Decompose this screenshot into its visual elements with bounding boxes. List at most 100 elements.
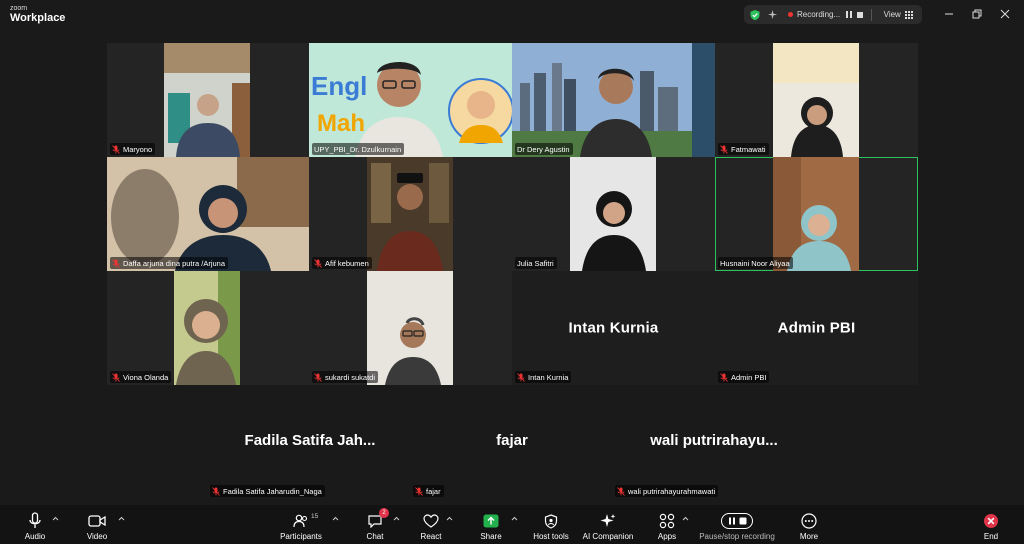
participant-display-name: Admin PBI: [777, 319, 856, 337]
end-x-icon: [984, 514, 998, 528]
participant-video: [512, 43, 692, 157]
participants-button[interactable]: 15 Participants: [279, 505, 323, 544]
end-label: End: [983, 532, 999, 541]
participant-name: Daffa arjuna dina putra /Arjuna: [123, 258, 226, 268]
participant-name-tag: sukardi sukatdi: [312, 371, 379, 383]
participant-tile[interactable]: Admin PBI Admin PBI: [715, 271, 918, 385]
recording-label: Recording...: [797, 10, 841, 19]
participant-tile[interactable]: Intan Kurnia Intan Kurnia: [512, 271, 715, 385]
participant-tile[interactable]: Afif kebumen: [309, 157, 512, 271]
participant-name: sukardi sukatdi: [325, 372, 376, 382]
apps-icon: [659, 513, 675, 529]
meeting-toolbar: Audio Video 15 Participants 2 Chat React…: [0, 505, 1024, 544]
apps-label: Apps: [657, 532, 677, 541]
close-icon[interactable]: [999, 8, 1011, 20]
active-speaker-tile[interactable]: Husnaini Noor Aliyaa: [715, 157, 918, 271]
mic-muted-icon: [720, 144, 728, 154]
participant-video: [570, 157, 656, 271]
audio-button[interactable]: Audio: [22, 505, 48, 544]
react-label: React: [420, 532, 442, 541]
participant-name-tag: wali putrirahayurahmawati: [615, 485, 719, 497]
participant-name: Husnaini Noor Aliyaa: [720, 258, 790, 268]
participant-name-tag: Viona Olanda: [110, 371, 172, 383]
participant-display-name[interactable]: wali putrirahayu...: [614, 432, 814, 449]
video-frame: [164, 43, 250, 157]
participant-name: Fadila Satifa Jaharudin_Naga: [223, 486, 322, 496]
participant-display-name[interactable]: fajar: [412, 432, 612, 449]
video-frame: [773, 157, 859, 271]
react-button[interactable]: React: [418, 505, 444, 544]
participant-name-tag: Husnaini Noor Aliyaa: [718, 257, 793, 269]
participant-video: [367, 271, 453, 385]
chat-badge: 2: [379, 508, 389, 518]
mic-muted-icon: [112, 258, 120, 268]
share-button[interactable]: Share: [478, 505, 504, 544]
mic-muted-icon: [112, 372, 120, 382]
participant-name-tag: Daffa arjuna dina putra /Arjuna: [110, 257, 229, 269]
participant-video: [174, 271, 240, 385]
mic-muted-icon: [720, 372, 728, 382]
video-button[interactable]: Video: [84, 505, 110, 544]
pause-stop-recording-button[interactable]: Pause/stop recording: [697, 505, 777, 544]
pause-recording-icon[interactable]: [846, 11, 852, 18]
participant-name: fajar: [426, 486, 441, 496]
participant-tile[interactable]: Maryono: [107, 43, 309, 157]
participant-video: [367, 157, 453, 271]
svg-text:Engl: Engl: [311, 71, 367, 101]
participant-tile[interactable]: Dr Dery Agustin: [512, 43, 715, 157]
chat-button[interactable]: 2 Chat: [362, 505, 389, 544]
shield-icon: [544, 513, 558, 529]
chevron-up-icon[interactable]: [682, 516, 689, 521]
chevron-up-icon[interactable]: [332, 516, 339, 521]
participant-tile[interactable]: sukardi sukatdi: [309, 271, 512, 385]
mic-muted-icon: [517, 372, 525, 382]
chevron-up-icon[interactable]: [511, 516, 518, 521]
heart-icon: [423, 514, 439, 528]
grid-view-icon[interactable]: [904, 10, 913, 19]
participant-name-tag: Fadila Satifa Jaharudin_Naga: [210, 485, 325, 497]
participant-tile[interactable]: Fatmawati: [715, 43, 918, 157]
shield-check-icon[interactable]: [749, 9, 761, 21]
ai-companion-label: AI Companion: [582, 532, 634, 541]
end-button[interactable]: End: [978, 505, 1004, 544]
participant-tile[interactable]: Engl Mah UPY_PBI_Dr. Dzulkurnain: [309, 43, 512, 157]
divider: [870, 8, 872, 21]
restore-icon[interactable]: [971, 8, 983, 20]
participant-tile[interactable]: Julia Safitri: [512, 157, 715, 271]
more-dots-icon: [801, 513, 817, 529]
participant-display-name[interactable]: Fadila Satifa Jah...: [210, 432, 410, 449]
chevron-up-icon[interactable]: [118, 516, 125, 521]
participant-name: Julia Safitri: [517, 258, 554, 268]
sparkle-icon: [600, 514, 616, 527]
participant-name-tag: Admin PBI: [718, 371, 770, 383]
ai-sparkle-icon[interactable]: [767, 9, 778, 20]
mic-icon: [29, 512, 41, 528]
participant-name-tag: UPY_PBI_Dr. Dzulkurnain: [312, 143, 405, 155]
participant-name: UPY_PBI_Dr. Dzulkurnain: [314, 144, 402, 154]
participant-tile[interactable]: Viona Olanda: [107, 271, 309, 385]
meeting-status-pill: Recording... View: [744, 5, 922, 24]
participant-name: Afif kebumen: [325, 258, 369, 268]
chevron-up-icon[interactable]: [393, 516, 400, 521]
zoom-workplace-logo: zoom Workplace: [10, 5, 65, 24]
mic-muted-icon: [212, 486, 220, 496]
video-frame: [367, 157, 453, 271]
more-label: More: [799, 532, 819, 541]
video-frame: [570, 157, 656, 271]
video-frame: [107, 157, 309, 271]
minimize-icon[interactable]: [943, 8, 955, 20]
host-tools-button[interactable]: Host tools: [531, 505, 571, 544]
chevron-up-icon[interactable]: [446, 516, 453, 521]
apps-button[interactable]: Apps: [654, 505, 680, 544]
ai-companion-button[interactable]: AI Companion: [582, 505, 634, 544]
people-icon: [293, 514, 308, 528]
stop-recording-icon[interactable]: [856, 11, 863, 18]
participant-name: Dr Dery Agustin: [517, 144, 570, 154]
recording-dot-icon: [788, 12, 793, 17]
participants-label: Participants: [280, 532, 322, 541]
participant-name-tag: Maryono: [110, 143, 156, 155]
more-button[interactable]: More: [796, 505, 822, 544]
chevron-up-icon[interactable]: [52, 516, 59, 521]
view-button[interactable]: View: [884, 10, 901, 19]
participant-tile[interactable]: Daffa arjuna dina putra /Arjuna: [107, 157, 309, 271]
